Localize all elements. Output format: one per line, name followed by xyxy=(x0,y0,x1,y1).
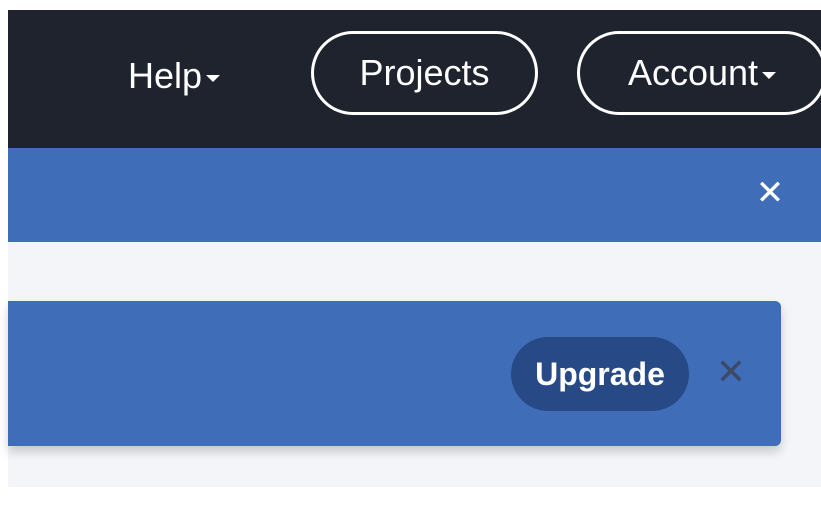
help-menu[interactable]: Help xyxy=(128,46,221,106)
account-label: Account xyxy=(627,52,759,93)
bottom-whitespace xyxy=(0,487,821,515)
upgrade-banner: Upgrade ✕ xyxy=(8,301,781,446)
caret-down-icon xyxy=(762,71,777,79)
projects-label: Projects xyxy=(359,52,490,93)
upgrade-button[interactable]: Upgrade xyxy=(511,337,689,411)
page: Help Projects Account ✕ Upgrade ✕ xyxy=(0,0,821,515)
close-icon[interactable]: ✕ xyxy=(711,351,751,395)
help-label: Help xyxy=(128,55,203,96)
upgrade-label: Upgrade xyxy=(535,355,665,392)
caret-down-icon xyxy=(206,74,221,82)
close-icon[interactable]: ✕ xyxy=(753,176,787,210)
top-navigation-bar: Help Projects Account xyxy=(8,10,821,148)
main-content: Upgrade ✕ xyxy=(8,242,821,487)
account-menu-button[interactable]: Account xyxy=(577,31,821,115)
announcement-bar: ✕ xyxy=(8,148,821,242)
projects-button[interactable]: Projects xyxy=(311,31,538,115)
